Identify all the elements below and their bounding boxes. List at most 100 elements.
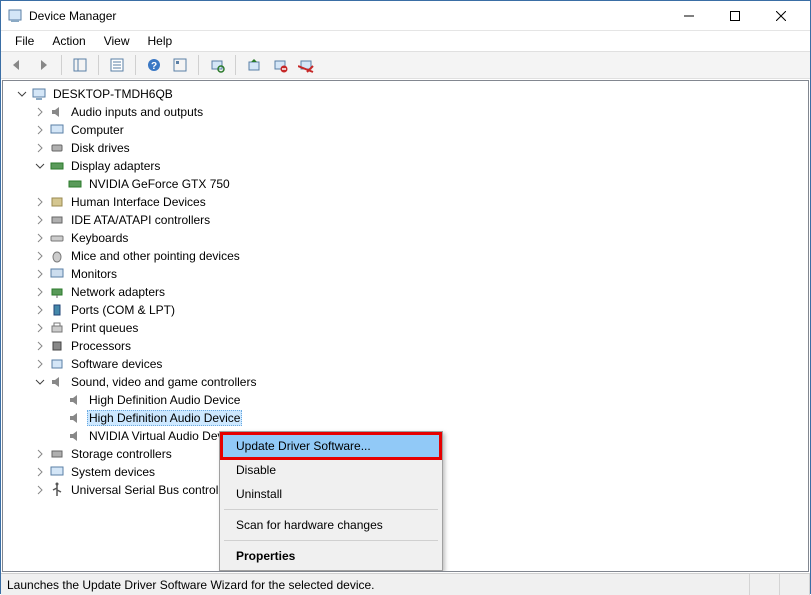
tree-node-software-devices[interactable]: Software devices <box>15 355 808 373</box>
tree-node-label: Human Interface Devices <box>69 194 208 210</box>
chevron-right-icon[interactable] <box>33 141 47 155</box>
tree-node-label: Computer <box>69 122 126 138</box>
titlebar: Device Manager <box>1 1 810 31</box>
chevron-right-icon[interactable] <box>33 249 47 263</box>
menu-help[interactable]: Help <box>140 32 181 50</box>
mouse-icon <box>49 248 65 264</box>
usb-icon <box>49 482 65 498</box>
minimize-button[interactable] <box>666 1 712 30</box>
tree-node-monitors[interactable]: Monitors <box>15 265 808 283</box>
tree-node-hid[interactable]: Human Interface Devices <box>15 193 808 211</box>
menu-file[interactable]: File <box>7 32 42 50</box>
toolbar-help-button[interactable]: ? <box>142 54 166 76</box>
chevron-right-icon[interactable] <box>33 447 47 461</box>
speaker-icon <box>67 428 83 444</box>
ctx-disable[interactable]: Disable <box>222 458 440 482</box>
tree-node-sound[interactable]: Sound, video and game controllers <box>15 373 808 391</box>
storage-icon <box>49 446 65 462</box>
chevron-right-icon[interactable] <box>33 303 47 317</box>
toolbar-uninstall-button[interactable] <box>294 54 318 76</box>
toolbar-back-button[interactable] <box>5 54 29 76</box>
chevron-right-icon[interactable] <box>33 195 47 209</box>
menu-action[interactable]: Action <box>44 32 93 50</box>
statusbar-pane <box>750 574 780 595</box>
tree-node-computer[interactable]: Computer <box>15 121 808 139</box>
tree-node-keyboards[interactable]: Keyboards <box>15 229 808 247</box>
chevron-right-icon[interactable] <box>33 321 47 335</box>
tree-node-label: Network adapters <box>69 284 167 300</box>
computer-icon <box>49 122 65 138</box>
tree-node-cpu[interactable]: Processors <box>15 337 808 355</box>
ports-icon <box>49 302 65 318</box>
ctx-update-driver[interactable]: Update Driver Software... <box>222 434 440 458</box>
tree-node-printq[interactable]: Print queues <box>15 319 808 337</box>
tree-node-label-selected: High Definition Audio Device <box>87 410 242 426</box>
chevron-right-icon[interactable] <box>33 465 47 479</box>
chevron-right-icon[interactable] <box>33 267 47 281</box>
statusbar-pane <box>780 574 810 595</box>
chevron-right-icon[interactable] <box>33 357 47 371</box>
tree-node-display[interactable]: Display adapters <box>15 157 808 175</box>
tree-node-label: Monitors <box>69 266 119 282</box>
svg-text:?: ? <box>151 61 157 72</box>
tree-node-ide[interactable]: IDE ATA/ATAPI controllers <box>15 211 808 229</box>
toolbar-separator <box>98 55 99 75</box>
maximize-button[interactable] <box>712 1 758 30</box>
chevron-right-icon[interactable] <box>33 339 47 353</box>
network-icon <box>49 284 65 300</box>
chevron-right-icon[interactable] <box>33 483 47 497</box>
ctx-scan[interactable]: Scan for hardware changes <box>222 513 440 537</box>
chevron-down-icon[interactable] <box>33 375 47 389</box>
toolbar-view-button[interactable] <box>168 54 192 76</box>
tree-node-hda2[interactable]: High Definition Audio Device <box>15 409 808 427</box>
software-icon <box>49 356 65 372</box>
toolbar-separator <box>61 55 62 75</box>
statusbar-text: Launches the Update Driver Software Wiza… <box>1 574 750 595</box>
tree-node-hda1[interactable]: High Definition Audio Device <box>15 391 808 409</box>
speaker-icon <box>49 374 65 390</box>
tree-node-mice[interactable]: Mice and other pointing devices <box>15 247 808 265</box>
toolbar-forward-button[interactable] <box>31 54 55 76</box>
system-icon <box>49 464 65 480</box>
tree-node-ports[interactable]: Ports (COM & LPT) <box>15 301 808 319</box>
chevron-right-icon[interactable] <box>33 231 47 245</box>
tree-node-label: Ports (COM & LPT) <box>69 302 177 318</box>
hid-icon <box>49 194 65 210</box>
tree-node-root[interactable]: DESKTOP-TMDH6QB <box>15 85 808 103</box>
chevron-down-icon[interactable] <box>15 87 29 101</box>
close-button[interactable] <box>758 1 804 30</box>
tree-node-label: High Definition Audio Device <box>87 392 242 408</box>
keyboard-icon <box>49 230 65 246</box>
device-tree-panel[interactable]: DESKTOP-TMDH6QB Audio inputs and outputs… <box>2 80 809 572</box>
chevron-right-icon[interactable] <box>33 213 47 227</box>
computer-icon <box>31 86 47 102</box>
disk-icon <box>49 140 65 156</box>
tree-node-network[interactable]: Network adapters <box>15 283 808 301</box>
ctx-uninstall[interactable]: Uninstall <box>222 482 440 506</box>
tree-node-label: Sound, video and game controllers <box>69 374 258 390</box>
toolbar-show-tree-button[interactable] <box>68 54 92 76</box>
tree-node-label: Universal Serial Bus controllers <box>69 482 240 498</box>
toolbar-properties-button[interactable] <box>105 54 129 76</box>
monitor-icon <box>49 266 65 282</box>
chevron-right-icon[interactable] <box>33 105 47 119</box>
window-title: Device Manager <box>29 9 666 23</box>
toolbar-disable-button[interactable] <box>268 54 292 76</box>
tree-node-label: Processors <box>69 338 133 354</box>
chevron-right-icon[interactable] <box>33 285 47 299</box>
context-menu: Update Driver Software... Disable Uninst… <box>219 431 443 571</box>
ctx-properties[interactable]: Properties <box>222 544 440 568</box>
tree-node-label: Storage controllers <box>69 446 174 462</box>
chevron-down-icon[interactable] <box>33 159 47 173</box>
tree-node-audio-io[interactable]: Audio inputs and outputs <box>15 103 808 121</box>
tree-node-label: Keyboards <box>69 230 130 246</box>
toolbar-update-button[interactable] <box>242 54 266 76</box>
ctx-separator <box>224 509 438 510</box>
tree-node-gpu[interactable]: NVIDIA GeForce GTX 750 <box>15 175 808 193</box>
tree-node-disk[interactable]: Disk drives <box>15 139 808 157</box>
menu-view[interactable]: View <box>96 32 138 50</box>
ctx-separator <box>224 540 438 541</box>
chevron-right-icon[interactable] <box>33 123 47 137</box>
toolbar-scan-button[interactable] <box>205 54 229 76</box>
menubar: File Action View Help <box>1 31 810 51</box>
